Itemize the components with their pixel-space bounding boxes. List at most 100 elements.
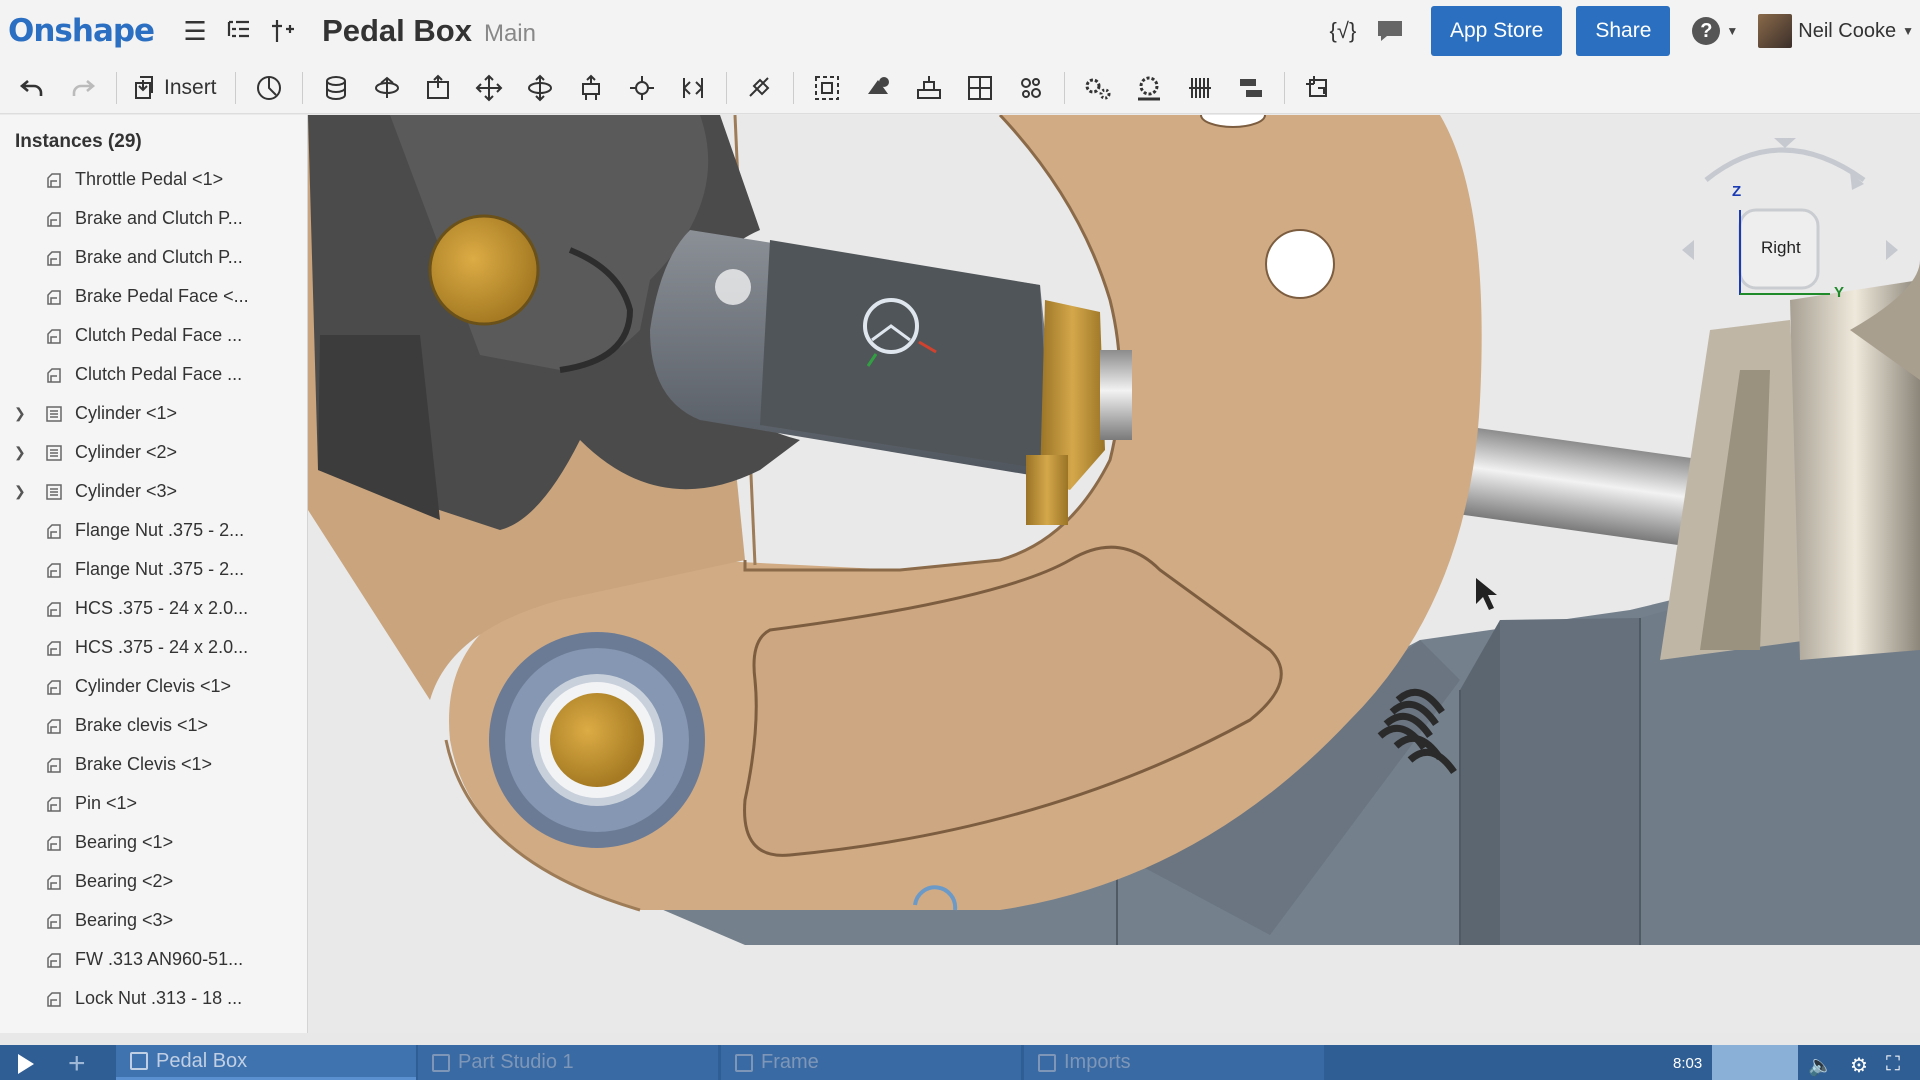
instance-item[interactable]: Brake Pedal Face <...: [0, 277, 307, 316]
instance-item[interactable]: Brake Clevis <1>: [0, 745, 307, 784]
toolbar-divider: [792, 71, 794, 104]
add-tab-icon[interactable]: +: [68, 1047, 86, 1080]
instance-list: Throttle Pedal <1> Brake and Clutch P... B…: [0, 160, 307, 1018]
instance-item[interactable]: Throttle Pedal <1>: [0, 160, 307, 199]
insert-button[interactable]: Insert: [132, 75, 217, 101]
part-studio-tab-icon: [432, 1053, 450, 1072]
fastened-mate-icon[interactable]: [318, 70, 354, 106]
instance-item[interactable]: Flange Nut .375 - 2...: [0, 511, 307, 550]
instance-label: Brake Clevis <1>: [75, 754, 213, 774]
view-cube-face-label[interactable]: Right: [1761, 238, 1801, 258]
avatar[interactable]: [1758, 14, 1793, 48]
slider-mate-icon[interactable]: [420, 70, 456, 106]
instance-item[interactable]: ❯ Cylinder <1>: [0, 394, 307, 433]
redo-icon[interactable]: [65, 70, 101, 106]
instance-item[interactable]: Clutch Pedal Face ...: [0, 355, 307, 394]
instance-label: Bearing <3>: [75, 910, 174, 930]
user-dropdown-icon[interactable]: ▼: [1902, 24, 1914, 38]
instance-item[interactable]: Flange Nut .375 - 2...: [0, 550, 307, 589]
parallel-mate-icon[interactable]: [675, 70, 711, 106]
linear-relation-icon[interactable]: [1233, 70, 1269, 106]
cylindrical-mate-icon[interactable]: [522, 70, 558, 106]
onshape-logo[interactable]: Onshape: [8, 13, 155, 49]
video-progress[interactable]: [1712, 1045, 1798, 1080]
part-instance-icon: [47, 757, 61, 773]
instance-item[interactable]: FW .313 AN960-51...: [0, 940, 307, 979]
user-name[interactable]: Neil Cooke: [1798, 20, 1896, 43]
pin-slot-mate-icon[interactable]: [573, 70, 609, 106]
expand-chevron-icon[interactable]: ❯: [14, 444, 30, 461]
instance-item[interactable]: Bearing <3>: [0, 901, 307, 940]
tab-pedal-box[interactable]: Pedal Box: [116, 1045, 416, 1080]
mate-connector-icon[interactable]: [251, 70, 287, 106]
instance-label: Flange Nut .375 - 2...: [75, 520, 245, 540]
pattern-icon[interactable]: [962, 70, 998, 106]
part-instance-icon: [47, 523, 61, 539]
tab-imports[interactable]: Imports: [1024, 1045, 1324, 1080]
app-store-button[interactable]: App Store: [1430, 6, 1563, 56]
screw-relation-icon[interactable]: [1182, 70, 1218, 106]
ball-mate-icon[interactable]: [624, 70, 660, 106]
replicate-icon[interactable]: [911, 70, 947, 106]
group-icon[interactable]: [809, 70, 845, 106]
graphics-viewport[interactable]: [308, 115, 1920, 1033]
subassembly-icon: [46, 444, 62, 461]
instance-label: Throttle Pedal <1>: [75, 169, 224, 189]
planar-mate-icon[interactable]: [471, 70, 507, 106]
undo-icon[interactable]: [14, 70, 50, 106]
feature-list-icon[interactable]: [224, 16, 254, 46]
expand-chevron-icon[interactable]: ❯: [14, 483, 30, 500]
instance-item[interactable]: Lock Nut .313 - 18 ...: [0, 979, 307, 1018]
instance-item[interactable]: ❯ Cylinder <2>: [0, 433, 307, 472]
workspace-branch[interactable]: Main: [484, 20, 536, 48]
instance-label: Clutch Pedal Face ...: [75, 364, 243, 384]
part-instance-icon: [47, 796, 61, 812]
expand-chevron-icon[interactable]: ❯: [14, 405, 30, 422]
share-button[interactable]: Share: [1576, 6, 1671, 56]
help-icon[interactable]: ?: [1692, 17, 1721, 45]
instances-heading: Instances (29): [15, 131, 142, 152]
tab-frame[interactable]: Frame: [721, 1045, 1021, 1080]
instance-item[interactable]: Cylinder Clevis <1>: [0, 667, 307, 706]
revolute-mate-icon[interactable]: [369, 70, 405, 106]
instance-item[interactable]: Pin <1>: [0, 784, 307, 823]
mate-group-icon[interactable]: [1300, 70, 1336, 106]
play-icon[interactable]: [18, 1054, 34, 1074]
instance-item[interactable]: Bearing <1>: [0, 823, 307, 862]
relations-icon[interactable]: [860, 70, 896, 106]
toolbar-divider: [301, 71, 303, 104]
instance-label: Cylinder <2>: [75, 442, 178, 462]
gear-relation-icon[interactable]: [1080, 70, 1116, 106]
gear-icon[interactable]: ⚙: [1850, 1053, 1868, 1078]
tangent-mate-icon[interactable]: [742, 70, 778, 106]
instance-item[interactable]: Brake and Clutch P...: [0, 238, 307, 277]
view-cube[interactable]: [1682, 138, 1898, 295]
variable-icon[interactable]: {√}: [1325, 16, 1361, 46]
instance-item[interactable]: HCS .375 - 24 x 2.0...: [0, 589, 307, 628]
explode-icon[interactable]: [1013, 70, 1049, 106]
tab-part-studio-1[interactable]: Part Studio 1: [418, 1045, 718, 1080]
instance-list-panel: Instances (29) Throttle Pedal <1> Brake a…: [0, 115, 308, 1033]
volume-icon[interactable]: 🔈: [1808, 1053, 1833, 1078]
rack-pinion-icon[interactable]: [1131, 70, 1167, 106]
fullscreen-icon[interactable]: ⛶: [1886, 1053, 1900, 1076]
instance-label: Cylinder <3>: [75, 481, 178, 501]
comment-icon[interactable]: [1375, 16, 1405, 46]
instance-item[interactable]: Clutch Pedal Face ...: [0, 316, 307, 355]
instance-item[interactable]: HCS .375 - 24 x 2.0...: [0, 628, 307, 667]
instance-item[interactable]: Brake clevis <1>: [0, 706, 307, 745]
tab-label: Pedal Box: [156, 1049, 248, 1072]
instance-label: Lock Nut .313 - 18 ...: [75, 988, 243, 1008]
instance-item[interactable]: Brake and Clutch P...: [0, 199, 307, 238]
assembly-model-render[interactable]: [308, 115, 1920, 1033]
part-instance-icon: [47, 289, 61, 305]
help-dropdown-icon[interactable]: ▼: [1726, 24, 1738, 38]
document-title[interactable]: Pedal Box: [322, 13, 472, 49]
menu-icon[interactable]: ☰: [180, 16, 210, 46]
insert-part-icon[interactable]: [268, 16, 298, 46]
instance-item[interactable]: Bearing <2>: [0, 862, 307, 901]
bottom-tab-bar: + Pedal Box Part Studio 1 Frame Imports …: [0, 1033, 1920, 1080]
part-instance-icon: [47, 211, 61, 227]
instance-item[interactable]: ❯ Cylinder <3>: [0, 472, 307, 511]
assembly-toolbar: Insert: [0, 62, 1920, 114]
